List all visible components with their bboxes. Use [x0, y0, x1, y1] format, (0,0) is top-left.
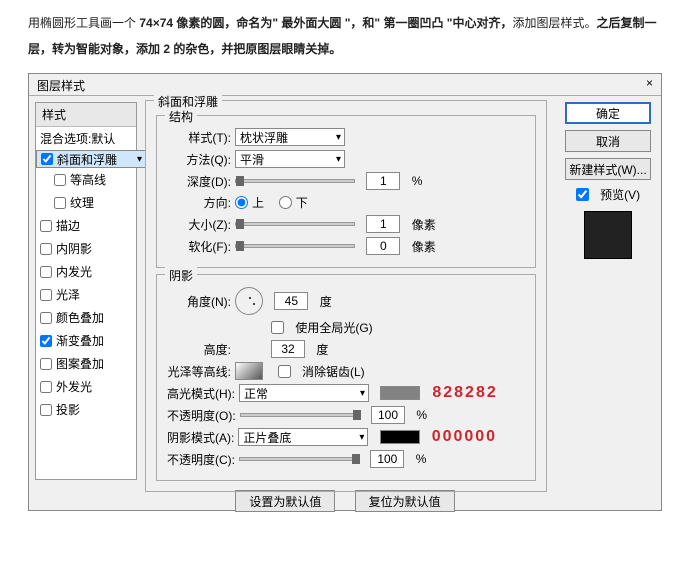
effect-checkbox[interactable] — [54, 174, 66, 186]
effect-checkbox[interactable] — [40, 404, 52, 416]
shadow-opacity-slider[interactable] — [239, 457, 359, 461]
highlight-opacity-input[interactable]: 100 — [371, 406, 405, 424]
preview-swatch — [584, 211, 632, 259]
effect-row[interactable]: 颜色叠加 — [36, 306, 136, 329]
instruction-text: 用椭圆形工具画一个 74×74 像素的圆，命名为" 最外面大圆 "，和" 第一圈… — [0, 0, 690, 67]
dir-up-radio[interactable] — [235, 196, 248, 209]
effect-checkbox[interactable] — [40, 381, 52, 393]
effect-row[interactable]: 等高线 — [36, 168, 136, 191]
effect-label: 图案叠加 — [56, 355, 104, 372]
effect-checkbox[interactable] — [40, 358, 52, 370]
effect-row[interactable]: 纹理 — [36, 191, 136, 214]
bevel-group: 斜面和浮雕 结构 样式(T):枕状浮雕 方法(Q):平滑 深度(D): 1 % … — [145, 100, 547, 492]
effect-checkbox[interactable] — [40, 335, 52, 347]
effect-row[interactable]: 光泽 — [36, 283, 136, 306]
soft-input[interactable]: 0 — [366, 237, 400, 255]
structure-group: 结构 样式(T):枕状浮雕 方法(Q):平滑 深度(D): 1 % 方向:上 下… — [156, 115, 536, 268]
effect-label: 斜面和浮雕 — [57, 151, 117, 168]
effect-checkbox[interactable] — [41, 153, 53, 165]
highlight-color-chip[interactable] — [380, 386, 420, 400]
dir-down-radio[interactable] — [279, 196, 292, 209]
effect-row[interactable]: 描边 — [36, 214, 136, 237]
effect-label: 渐变叠加 — [56, 332, 104, 349]
angle-dial[interactable] — [235, 287, 263, 315]
cancel-button[interactable]: 取消 — [565, 130, 651, 152]
dialog-titlebar: 图层样式 × — [29, 74, 661, 96]
effect-row[interactable]: 内阴影 — [36, 237, 136, 260]
style-select[interactable]: 枕状浮雕 — [235, 128, 345, 146]
action-panel: 确定 取消 新建样式(W)... 预览(V) — [555, 96, 661, 486]
effect-row[interactable]: 斜面和浮雕 — [36, 150, 146, 168]
highlight-mode-select[interactable]: 正常 — [239, 384, 369, 402]
effect-checkbox[interactable] — [40, 289, 52, 301]
effect-row[interactable]: 外发光 — [36, 375, 136, 398]
effect-label: 外发光 — [56, 378, 92, 395]
effect-checkbox[interactable] — [40, 312, 52, 324]
effect-checkbox[interactable] — [40, 243, 52, 255]
soft-slider[interactable] — [235, 244, 355, 248]
close-icon[interactable]: × — [646, 76, 653, 90]
dialog-title: 图层样式 — [37, 79, 85, 93]
list-header: 样式 — [36, 103, 136, 127]
size-slider[interactable] — [235, 222, 355, 226]
gloss-contour[interactable] — [235, 362, 263, 380]
effects-list: 样式 混合选项:默认 斜面和浮雕等高线纹理描边内阴影内发光光泽颜色叠加渐变叠加图… — [35, 102, 137, 480]
highlight-annotation: 828282 — [432, 384, 497, 402]
new-style-button[interactable]: 新建样式(W)... — [565, 158, 651, 180]
effect-label: 纹理 — [70, 194, 94, 211]
size-input[interactable]: 1 — [366, 215, 400, 233]
depth-input[interactable]: 1 — [366, 172, 400, 190]
effect-checkbox[interactable] — [54, 197, 66, 209]
global-light-checkbox[interactable] — [271, 321, 284, 334]
antialias-checkbox[interactable] — [278, 365, 291, 378]
shadow-annotation: 000000 — [432, 428, 497, 446]
effect-row[interactable]: 图案叠加 — [36, 352, 136, 375]
effect-checkbox[interactable] — [40, 220, 52, 232]
effect-label: 等高线 — [70, 171, 106, 188]
effect-label: 光泽 — [56, 286, 80, 303]
shadow-opacity-input[interactable]: 100 — [370, 450, 404, 468]
altitude-input[interactable]: 32 — [271, 340, 305, 358]
reset-default-button[interactable]: 复位为默认值 — [355, 490, 455, 512]
shadow-color-chip[interactable] — [380, 430, 420, 444]
shading-group: 阴影 角度(N): 45 度 使用全局光(G) 高度:32 度 光泽等高线: 消… — [156, 274, 536, 481]
effect-checkbox[interactable] — [40, 266, 52, 278]
effect-row[interactable]: 投影 — [36, 398, 136, 421]
effect-label: 内发光 — [56, 263, 92, 280]
depth-slider[interactable] — [235, 179, 355, 183]
angle-input[interactable]: 45 — [274, 292, 308, 310]
set-default-button[interactable]: 设置为默认值 — [235, 490, 335, 512]
effect-label: 颜色叠加 — [56, 309, 104, 326]
method-select[interactable]: 平滑 — [235, 150, 345, 168]
preview-checkbox[interactable] — [576, 188, 589, 201]
effect-row[interactable]: 内发光 — [36, 260, 136, 283]
ok-button[interactable]: 确定 — [565, 102, 651, 124]
shadow-mode-select[interactable]: 正片叠底 — [238, 428, 368, 446]
blend-options-row[interactable]: 混合选项:默认 — [36, 127, 136, 150]
highlight-opacity-slider[interactable] — [240, 413, 360, 417]
layer-style-dialog: 图层样式 × 样式 混合选项:默认 斜面和浮雕等高线纹理描边内阴影内发光光泽颜色… — [28, 73, 662, 511]
settings-panel: 斜面和浮雕 结构 样式(T):枕状浮雕 方法(Q):平滑 深度(D): 1 % … — [143, 96, 555, 486]
effect-label: 内阴影 — [56, 240, 92, 257]
effect-label: 描边 — [56, 217, 80, 234]
effect-row[interactable]: 渐变叠加 — [36, 329, 136, 352]
effect-label: 投影 — [56, 401, 80, 418]
